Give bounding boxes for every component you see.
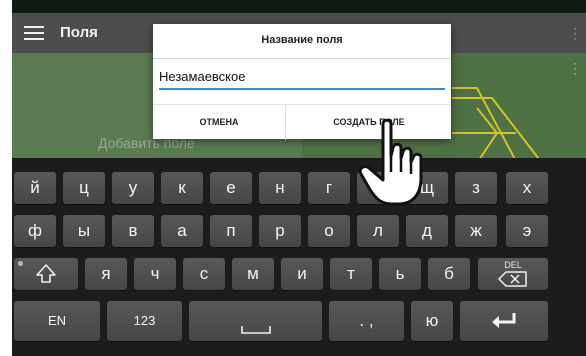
- space-bar-icon: [241, 326, 271, 334]
- key-letter[interactable]: л: [357, 215, 399, 247]
- key-letter[interactable]: ю: [411, 301, 453, 341]
- key-letter[interactable]: н: [259, 172, 301, 204]
- punctuation-key[interactable]: . ,: [329, 301, 404, 341]
- space-key[interactable]: [189, 301, 322, 341]
- key-letter[interactable]: д: [406, 215, 448, 247]
- key-letter[interactable]: о: [308, 215, 350, 247]
- onscreen-keyboard: й ц у к е н г ш щ з х ф ы в а п р о л д …: [12, 158, 586, 356]
- backspace-icon: [498, 271, 527, 287]
- key-letter[interactable]: с: [183, 258, 225, 290]
- key-letter[interactable]: ж: [455, 215, 497, 247]
- numbers-key[interactable]: 123: [107, 301, 182, 341]
- device-screen: Поля ⋮ Добавить поле ⋮ Название поля ОТМ…: [12, 0, 586, 356]
- key-letter[interactable]: р: [259, 215, 301, 247]
- enter-key[interactable]: [460, 301, 548, 341]
- key-letter[interactable]: ы: [63, 215, 105, 247]
- shift-icon: [36, 264, 56, 283]
- key-letter[interactable]: з: [455, 172, 497, 204]
- hamburger-menu-icon[interactable]: [24, 26, 44, 40]
- key-letter[interactable]: т: [330, 258, 372, 290]
- shift-key[interactable]: [14, 258, 78, 290]
- language-key[interactable]: EN: [14, 301, 100, 341]
- del-label: DEL: [504, 260, 522, 270]
- key-letter[interactable]: ф: [14, 215, 56, 247]
- enter-icon: [492, 313, 516, 328]
- key-letter[interactable]: у: [112, 172, 154, 204]
- backspace-key[interactable]: DEL: [478, 258, 548, 290]
- map-overflow-icon: ⋮: [568, 60, 582, 76]
- key-letter[interactable]: а: [161, 215, 203, 247]
- dialog-title: Название поля: [261, 34, 343, 46]
- key-letter[interactable]: ч: [134, 258, 176, 290]
- key-letter[interactable]: к: [161, 172, 203, 204]
- shift-lock-indicator: [18, 261, 23, 266]
- key-letter[interactable]: я: [85, 258, 127, 290]
- key-letter[interactable]: й: [14, 172, 56, 204]
- key-letter[interactable]: г: [308, 172, 350, 204]
- key-letter[interactable]: э: [506, 215, 548, 247]
- key-letter[interactable]: х: [506, 172, 548, 204]
- hand-pointer-icon: [358, 118, 423, 206]
- key-letter[interactable]: в: [112, 215, 154, 247]
- overflow-dots-icon: ⋮: [568, 25, 582, 41]
- key-letter[interactable]: п: [210, 215, 252, 247]
- key-letter[interactable]: б: [428, 258, 470, 290]
- key-letter[interactable]: ь: [379, 258, 421, 290]
- key-letter[interactable]: е: [210, 172, 252, 204]
- app-title: Поля: [60, 24, 98, 41]
- key-letter[interactable]: и: [281, 258, 323, 290]
- key-letter[interactable]: ц: [63, 172, 105, 204]
- cancel-button[interactable]: ОТМЕНА: [153, 105, 285, 140]
- field-name-input[interactable]: [159, 64, 445, 90]
- key-letter[interactable]: м: [232, 258, 274, 290]
- dialog-divider: [153, 58, 451, 59]
